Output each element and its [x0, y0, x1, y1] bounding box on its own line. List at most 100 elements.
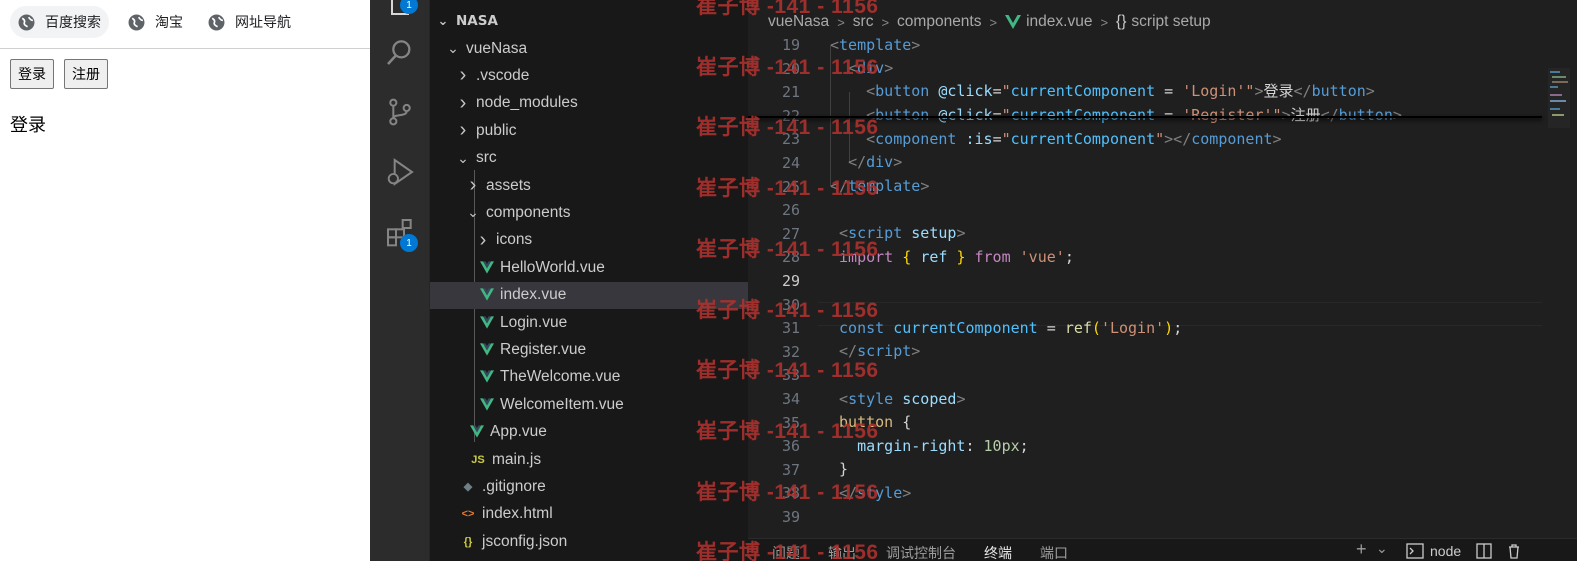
bookmark-label: 淘宝: [155, 14, 183, 30]
breadcrumb-item[interactable]: vueNasa: [768, 13, 829, 31]
tree-item[interactable]: index.vue: [430, 281, 748, 309]
vue-file-icon: [480, 343, 494, 357]
add-terminal-button[interactable]: +: [1356, 539, 1367, 560]
bookmark-label: 百度搜索: [45, 14, 101, 30]
tree-item[interactable]: Register.vue: [430, 336, 748, 363]
vue-file-icon: [480, 288, 494, 302]
terminal-name[interactable]: node: [1430, 543, 1461, 559]
tree-item[interactable]: {} jsconfig.json: [430, 528, 748, 555]
chevron-down-icon: ⌄: [467, 204, 479, 221]
breadcrumb-item[interactable]: components: [897, 13, 981, 31]
tree-item[interactable]: <> index.html: [430, 501, 748, 528]
bookmark-baidu[interactable]: 百度搜索: [10, 6, 109, 38]
bookmark-label: 网址导航: [235, 14, 291, 30]
tree-item-label: index.html: [482, 505, 553, 523]
tree-item-label: App.vue: [490, 423, 547, 441]
line-number: 39: [781, 508, 800, 526]
search-icon[interactable]: [384, 36, 416, 68]
tree-item[interactable]: ⌄ vueNasa: [430, 35, 748, 62]
tab-ports[interactable]: 端口: [1040, 543, 1068, 561]
line-number: 31: [781, 319, 800, 338]
line-number: 34: [781, 390, 800, 408]
code-line-35: button {: [839, 413, 912, 431]
chevron-right-icon: >: [1100, 14, 1109, 30]
tree-item-label: components: [486, 203, 571, 221]
tree-item[interactable]: › node_modules: [430, 90, 748, 117]
editor-area: vueNasa > src > components > index.vue > {} …: [748, 0, 1577, 561]
tree-item-label: Login.vue: [500, 313, 568, 331]
tree-item-label: main.js: [492, 450, 542, 468]
tree-item[interactable]: › icons: [430, 227, 748, 254]
globe-icon: [128, 14, 145, 30]
chevron-down-icon[interactable]: ⌄: [1376, 540, 1388, 557]
globe-icon: [18, 14, 35, 30]
tree-item[interactable]: › assets: [430, 172, 748, 199]
tree-item[interactable]: › .vscode: [430, 62, 748, 89]
html-file-icon: <>: [461, 508, 475, 521]
explorer-root[interactable]: ⌄ NASA: [430, 8, 748, 34]
tree-item[interactable]: ◆ .gitignore: [430, 473, 748, 500]
code-line-32: </script>: [839, 342, 921, 360]
tree-item[interactable]: App.vue: [430, 419, 748, 446]
login-button[interactable]: 登录: [10, 59, 54, 89]
vue-file-icon: [1005, 15, 1022, 29]
code-line-20: <div>: [848, 59, 894, 77]
breadcrumb-item[interactable]: src: [853, 13, 874, 31]
breadcrumb-item[interactable]: script setup: [1131, 13, 1210, 31]
line-number: 28: [781, 248, 800, 267]
line-number: 32: [781, 342, 800, 361]
line-number: 25: [781, 177, 800, 196]
tree-item-label: index.vue: [500, 286, 567, 304]
vue-file-icon: [480, 261, 494, 275]
tab-terminal[interactable]: 终端: [984, 543, 1012, 561]
code-line-31: const currentComponent = ref('Login');: [839, 319, 1183, 337]
line-number: 37: [781, 460, 800, 479]
code-line-38: </style>: [839, 484, 912, 502]
tree-item-label: jsconfig.json: [482, 532, 568, 550]
tree-item[interactable]: ⌄ src: [430, 145, 748, 172]
globe-icon: [208, 14, 225, 30]
run-debug-icon[interactable]: [384, 156, 416, 188]
source-control-icon[interactable]: [384, 96, 416, 128]
trash-icon[interactable]: [1506, 543, 1522, 559]
minimap[interactable]: [1548, 68, 1570, 128]
extensions-badge: 1: [400, 234, 418, 252]
tab-output[interactable]: 输出: [828, 543, 856, 561]
code-line-25: </template>: [830, 177, 930, 195]
explorer-panel: ⌄ NASA ⌄ vueNasa › .vscode › node_modules › pub…: [430, 0, 748, 561]
bookmark-nav[interactable]: 网址导航: [200, 6, 299, 38]
line-number: 29: [781, 272, 800, 290]
vscode-window: 1 1 ⌄ NASA ⌄ vueNasa › .vscode › node_modules…: [370, 0, 1577, 561]
tree-item-label: TheWelcome.vue: [500, 368, 621, 386]
tree-item-label: assets: [486, 176, 531, 194]
split-terminal-icon[interactable]: [1476, 543, 1492, 559]
line-number: 20: [781, 59, 800, 78]
chevron-right-icon: ›: [459, 119, 467, 142]
code-line-34: <style scoped>: [839, 390, 966, 408]
tree-item-label: WelcomeItem.vue: [500, 395, 624, 413]
root-folder-label: NASA: [456, 13, 498, 29]
tree-item[interactable]: HelloWorld.vue: [430, 254, 748, 281]
code-editor[interactable]: 19 20 21 22 23 24 25 26 27 28 29 30 31 32 33 34 35 36 37 38…: [748, 34, 1577, 534]
bookmark-taobao[interactable]: 淘宝: [120, 6, 191, 38]
tree-item[interactable]: › public: [430, 117, 748, 144]
json-file-icon: {}: [463, 535, 473, 548]
chevron-down-icon: ⌄: [447, 40, 459, 56]
breadcrumb: vueNasa > src > components > index.vue > {} …: [768, 10, 1211, 34]
tab-debug-console[interactable]: 调试控制台: [886, 543, 956, 561]
chevron-right-icon: >: [989, 14, 998, 30]
tree-item[interactable]: ⌄ components: [430, 199, 748, 226]
code-line-23: <component :is="currentComponent"></comp…: [866, 130, 1282, 148]
tree-item[interactable]: WelcomeItem.vue: [430, 391, 748, 418]
line-number: 24: [781, 154, 800, 172]
breadcrumb-item[interactable]: index.vue: [1026, 13, 1092, 31]
line-number: 38: [781, 484, 800, 503]
line-number: 27: [781, 224, 800, 243]
register-button[interactable]: 注册: [64, 59, 108, 89]
tree-item-label: icons: [496, 231, 533, 249]
tree-item[interactable]: JS main.js: [430, 446, 748, 473]
line-number: 21: [781, 83, 800, 102]
tree-item[interactable]: TheWelcome.vue: [430, 364, 748, 391]
tab-problems[interactable]: 问题: [772, 543, 800, 561]
tree-item[interactable]: Login.vue: [430, 309, 748, 336]
